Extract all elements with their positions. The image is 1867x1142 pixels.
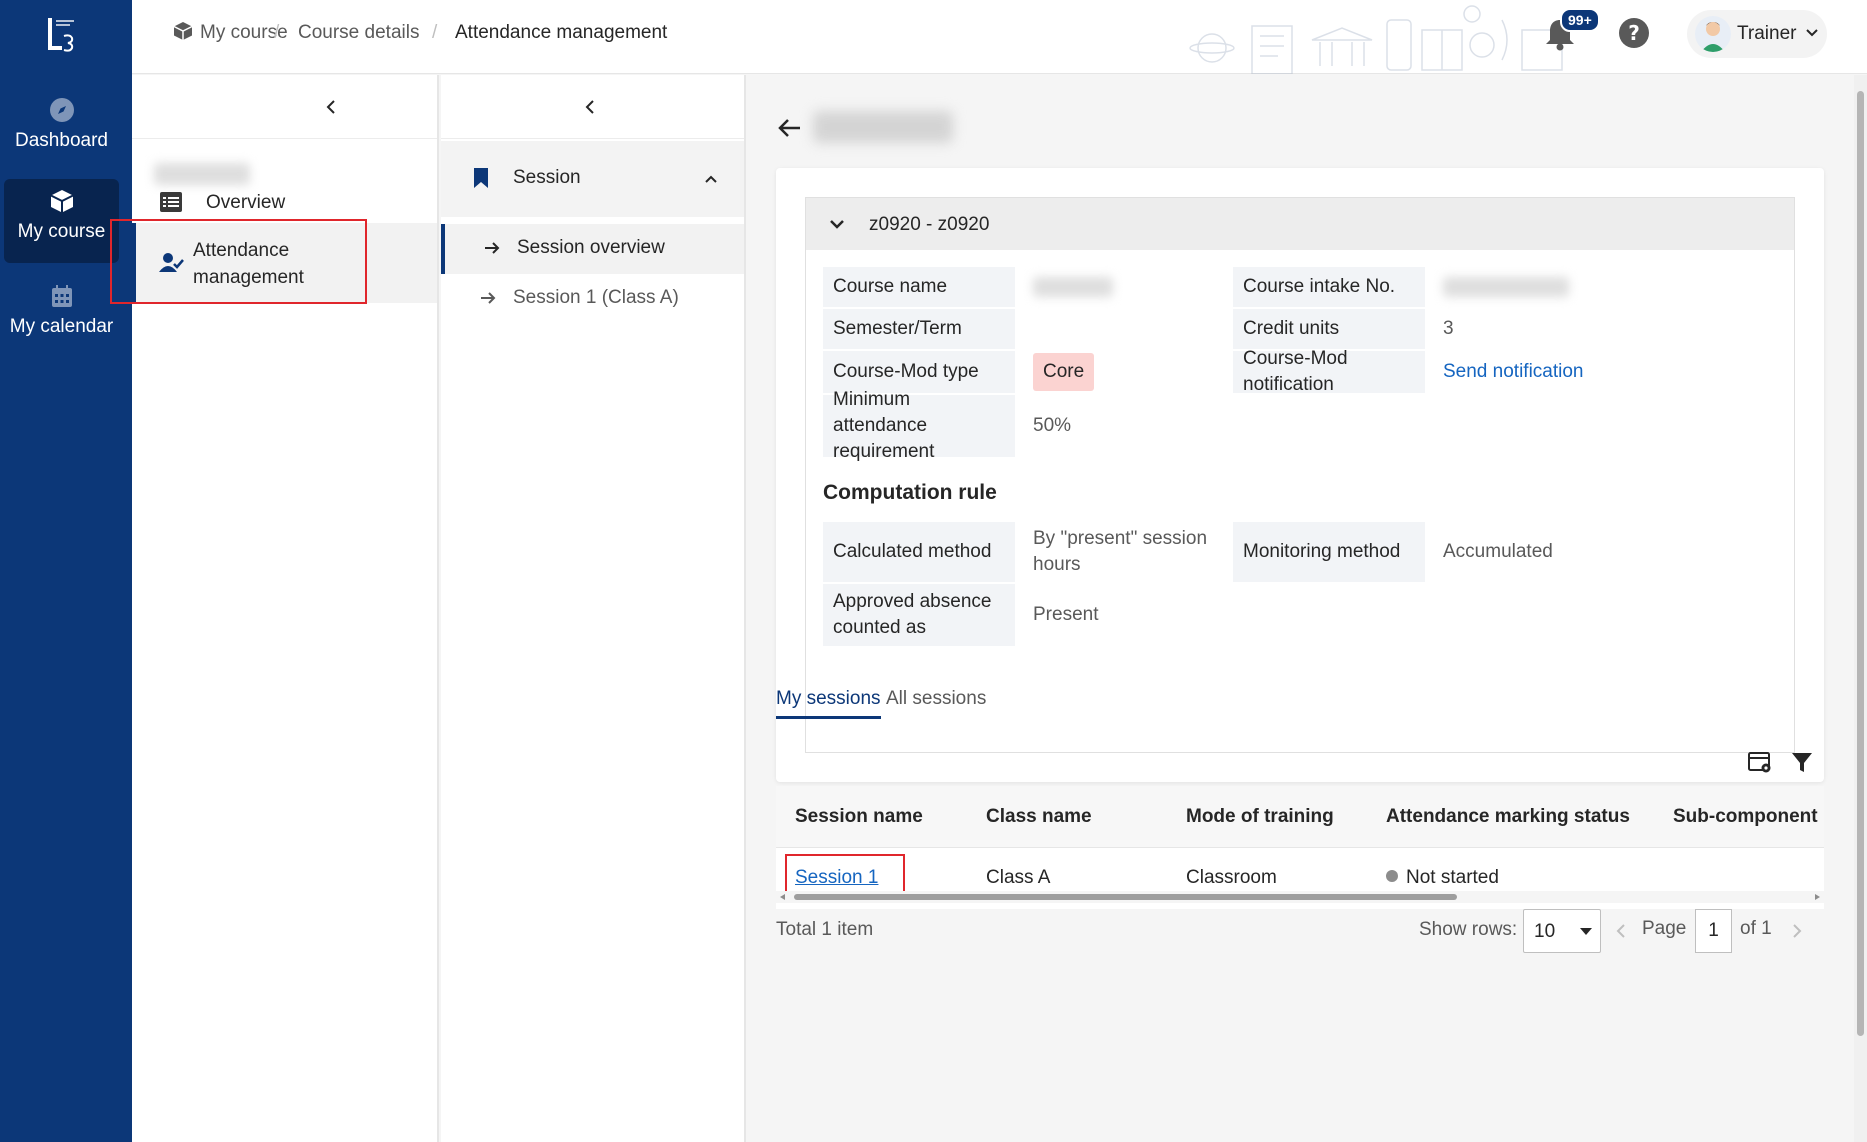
chevron-down-icon — [1806, 29, 1818, 37]
tab-my-sessions[interactable]: My sessions — [776, 688, 881, 719]
scrollbar-thumb[interactable] — [1857, 91, 1864, 1036]
total-items: Total 1 item — [776, 919, 874, 940]
core-tag: Core — [1033, 353, 1095, 391]
panel-toolbar — [441, 75, 744, 139]
field-label: Semester/Term — [823, 309, 1015, 349]
session-section-toggle[interactable]: Session — [441, 141, 744, 217]
page-title-redacted — [813, 111, 953, 143]
page-total: of 1 — [1740, 918, 1772, 939]
column-header: Session name — [795, 806, 923, 827]
user-name: Trainer — [1737, 23, 1797, 44]
group-header[interactable]: z0920 - z0920 — [806, 198, 1794, 250]
mod-type-value: Core — [1023, 351, 1223, 393]
group-title: z0920 - z0920 — [869, 214, 990, 235]
collapse-left-icon[interactable] — [579, 96, 601, 118]
previous-page-icon[interactable] — [1614, 923, 1628, 939]
cube-icon — [173, 22, 193, 40]
page-number-input[interactable]: 1 — [1695, 909, 1732, 953]
column-header: Class name — [986, 806, 1092, 827]
field-label: Credit units — [1233, 309, 1425, 349]
field-label: Monitoring method — [1233, 522, 1425, 582]
session-item-session-1[interactable]: Session 1 (Class A) — [441, 274, 744, 324]
breadcrumb-course-details[interactable]: Course details — [298, 22, 419, 44]
vertical-scrollbar[interactable] — [1854, 75, 1867, 1142]
field-label: Course intake No. — [1233, 267, 1425, 307]
course-info-group: z0920 - z0920 Course name Course intake … — [805, 197, 1795, 753]
page-label: Page — [1642, 918, 1687, 939]
computation-rule-title: Computation rule — [823, 481, 997, 504]
logo-icon[interactable] — [42, 14, 82, 54]
main-content: z0920 - z0920 Course name Course intake … — [747, 75, 1854, 1142]
nav-dashboard-label: Dashboard — [15, 130, 108, 151]
course-name-value — [1023, 267, 1223, 307]
nav-dashboard[interactable]: Dashboard — [4, 88, 119, 172]
field-label: Calculated method — [823, 522, 1015, 582]
credit-units-value: 3 — [1443, 318, 1454, 339]
header-decoration — [1189, 5, 1563, 74]
field-label: Course-Mod notification — [1233, 348, 1425, 395]
svg-text:?: ? — [1628, 21, 1640, 45]
send-notification-cell: Send notification — [1433, 351, 1633, 393]
field-label: Minimum attendance requirement — [823, 389, 1015, 462]
field-label: Course name — [823, 267, 1015, 307]
column-header: Sub-component — [1673, 806, 1818, 827]
help-icon[interactable]: ? — [1617, 16, 1651, 50]
calc-method-value: By "present" session hours — [1033, 528, 1208, 575]
show-rows-label: Show rows: — [1419, 919, 1518, 940]
cube-icon — [50, 190, 73, 213]
min-attendance-value: 50% — [1033, 415, 1072, 436]
notification-badge: 99+ — [1560, 8, 1600, 32]
breadcrumb-current: Attendance management — [455, 22, 668, 43]
field-label: Approved absence counted as — [823, 584, 1015, 646]
user-avatar-icon — [1701, 22, 1725, 52]
arrow-right-icon — [485, 242, 500, 254]
list-icon — [160, 192, 182, 212]
column-header: Mode of training — [1186, 806, 1334, 827]
horizontal-scrollbar[interactable] — [776, 891, 1824, 903]
chevron-up-icon — [705, 175, 717, 183]
nav-my-calendar[interactable]: My calendar — [4, 274, 119, 358]
session-item-label: Session overview — [517, 237, 665, 258]
arrow-right-icon — [481, 292, 496, 304]
column-header: Attendance marking status — [1386, 806, 1630, 827]
bookmark-icon — [474, 168, 488, 188]
send-notification-link[interactable]: Send notification — [1443, 359, 1584, 385]
column-settings-icon[interactable] — [1747, 749, 1773, 775]
redacted-value — [1443, 277, 1569, 297]
menu-item-overview-label: Overview — [206, 192, 286, 213]
highlight-box — [110, 219, 367, 304]
panel-toolbar — [132, 75, 437, 139]
left-navigation: Dashboard My course My calendar — [0, 0, 132, 1142]
filter-icon[interactable] — [1789, 749, 1815, 775]
breadcrumb-separator: / — [432, 22, 438, 43]
session-item-label: Session 1 (Class A) — [513, 287, 679, 308]
session-item-overview[interactable]: Session overview — [441, 224, 744, 274]
next-page-icon[interactable] — [1790, 923, 1804, 939]
nav-my-course[interactable]: My course — [4, 179, 119, 263]
nav-my-calendar-label: My calendar — [9, 316, 114, 337]
redacted-value — [1033, 277, 1113, 297]
tab-all-sessions[interactable]: All sessions — [886, 688, 986, 710]
session-menu-panel: Session Session overview Session 1 (Clas… — [441, 75, 746, 1142]
rows-per-page-value: 10 — [1534, 921, 1556, 942]
status-text: Not started — [1406, 867, 1499, 888]
monitor-method-value: Accumulated — [1443, 541, 1553, 562]
rows-per-page-select[interactable]: 10 — [1523, 909, 1601, 953]
course-menu-panel: Overview Attendance management — [110, 75, 439, 1142]
caret-down-icon — [1580, 928, 1592, 935]
breadcrumb-separator: / — [274, 22, 280, 43]
user-menu[interactable]: Trainer — [1687, 10, 1827, 58]
top-header: My course / Course details / Attendance … — [132, 0, 1867, 74]
calendar-icon — [51, 285, 72, 307]
back-arrow-icon[interactable] — [776, 115, 802, 141]
collapse-left-icon[interactable] — [320, 96, 342, 118]
avatar — [1695, 16, 1731, 52]
absence-value: Present — [1033, 604, 1099, 625]
nav-my-course-label: My course — [17, 221, 106, 242]
status-dot — [1386, 869, 1398, 882]
chevron-down-icon — [830, 220, 844, 229]
compass-icon — [49, 98, 74, 122]
course-intake-value — [1433, 267, 1633, 307]
session-section-label: Session — [513, 167, 581, 188]
